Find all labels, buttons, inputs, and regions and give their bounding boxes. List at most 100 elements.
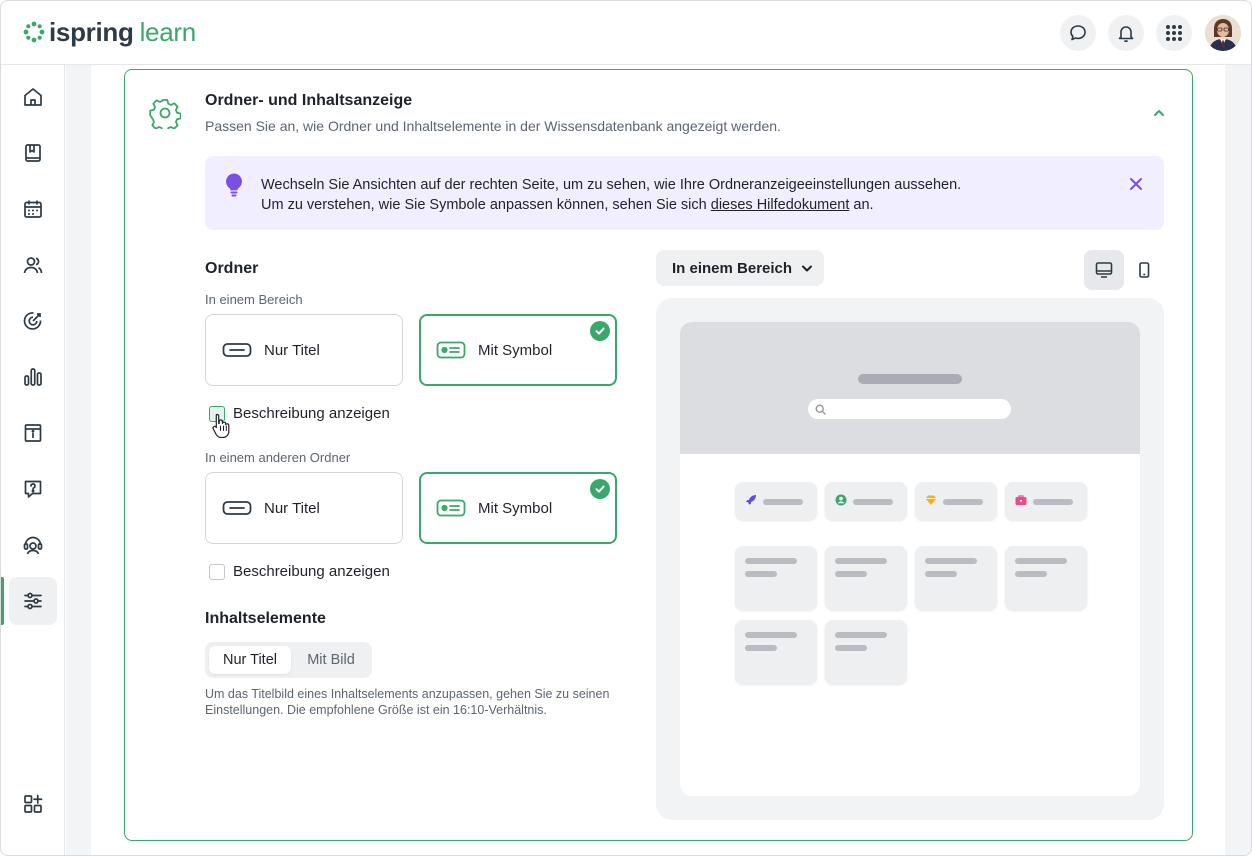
info-line-2-text: Um zu verstehen, wie Sie Symbole anpasse… [261,197,711,213]
sidebar-item-calendar[interactable] [9,185,57,233]
with-icon-card-icon [436,341,466,359]
top-bar: ispring learn [1,1,1251,65]
chevron-down-icon [802,265,813,272]
logo-primary-text: ispring [49,16,134,47]
show-description-row-2[interactable]: Beschreibung anzeigen [209,563,390,580]
skeleton-title [858,374,962,384]
chat-icon [1070,25,1086,41]
target-icon [23,312,42,330]
person-icon [835,494,847,506]
apps-grid-icon [1166,25,1182,41]
skeleton-bar [943,499,983,505]
content-items-segmented-control: Nur Titel Mit Bild [205,642,372,678]
skeleton-bar [763,499,803,505]
preview-content-tile [825,546,907,610]
preview-content-tile [825,620,907,684]
sidebar-item-settings[interactable] [1,577,57,625]
option-label: Mit Symbol [478,341,553,359]
preview-folder-pill [735,482,817,520]
mobile-view-button[interactable] [1124,250,1164,290]
search-icon [815,404,826,415]
desktop-view-button[interactable] [1084,250,1124,290]
briefcase-icon [1015,495,1027,505]
info-text: Wechseln Sie Ansichten auf der rechten S… [261,175,961,215]
folders-group1-label: In einem Bereich [205,292,303,307]
sidebar-item-users[interactable] [9,241,57,289]
settings-sliders-icon [24,592,42,610]
check-icon [590,479,610,499]
bell-icon [1118,26,1134,43]
folders-heading: Ordner [205,260,259,277]
title-only-icon [222,343,252,357]
content-items-hint: Um das Titelbild eines Inhaltselements a… [205,687,610,717]
preview-header [680,322,1140,454]
lightbulb-icon [226,173,242,197]
info-banner: Wechseln Sie Ansichten auf der rechten S… [205,156,1164,230]
rocket-icon [746,495,756,505]
show-description-checkbox-2[interactable] [209,563,225,580]
sidebar-item-library[interactable] [9,129,57,177]
section-subtitle: Passen Sie an, wie Ordner und Inhaltsele… [205,118,781,134]
view-select-value: In einem Bereich [672,259,793,277]
bar-chart-icon [24,368,42,386]
segment-title-only[interactable]: Nur Titel [209,646,291,674]
skeleton-bar [853,499,893,505]
ispring-learn-logo[interactable]: ispring learn [23,17,196,47]
option-label: Nur Titel [264,341,320,359]
layout-preview [656,298,1164,820]
apps-button[interactable] [1156,15,1192,51]
diamond-icon [925,495,937,505]
with-icon-card-icon [436,499,466,517]
folder-option-with-icon-area[interactable]: Mit Symbol [419,314,617,386]
folder-option-title-only-area[interactable]: Nur Titel [205,314,403,386]
view-select-dropdown[interactable]: In einem Bereich [656,250,824,286]
sidebar-item-support[interactable] [9,521,57,569]
folder-option-title-only-folder[interactable]: Nur Titel [205,472,403,544]
title-only-icon [222,501,252,515]
option-label: Mit Symbol [478,499,553,517]
close-icon[interactable] [1128,176,1144,192]
skeleton-search [808,399,1011,419]
info-board-icon [24,424,42,442]
avatar-image [1205,15,1241,51]
sidebar-item-reports[interactable] [9,353,57,401]
section-title: Ordner- und Inhaltsanzeige [205,92,413,109]
logo-mark-icon [23,21,45,43]
help-document-link[interactable]: dieses Hilfedokument [711,197,850,213]
sidebar-item-info[interactable] [9,409,57,457]
app-window: ispring learn Ordner- und Inhaltsanzeige… [0,0,1252,856]
content-items-heading: Inhaltselemente [205,610,326,627]
segment-with-image[interactable]: Mit Bild [293,646,369,674]
collapse-chevron-up-icon[interactable] [1151,105,1167,121]
question-chat-icon [24,480,42,498]
sidebar-item-home[interactable] [9,73,57,121]
skeleton-bar [1033,499,1073,505]
gear-icon [149,99,181,129]
support-agent-icon [23,536,43,555]
folders-group2-label: In einem anderen Ordner [205,450,351,465]
folder-option-with-icon-folder[interactable]: Mit Symbol [419,472,617,544]
preview-content-tile [735,620,817,684]
check-icon [590,321,610,341]
preview-content-tile [915,546,997,610]
sidebar-item-add-apps[interactable] [9,780,57,828]
hand-cursor-icon [212,413,230,438]
info-line-1: Wechseln Sie Ansichten auf der rechten S… [261,177,962,193]
sidebar-item-goals[interactable] [9,297,57,345]
desktop-icon [1095,262,1113,278]
info-line-2-end: an. [849,197,874,213]
sidebar [1,65,65,855]
calendar-icon [24,200,42,218]
users-icon [23,257,43,274]
notifications-button[interactable] [1108,15,1144,51]
book-icon [25,144,41,162]
sidebar-item-questions[interactable] [9,465,57,513]
show-description-row-1[interactable]: Beschreibung anzeigen [209,405,390,422]
preview-content-tile [1005,546,1087,610]
mobile-icon [1139,262,1150,278]
logo-secondary-text: learn [139,16,197,47]
user-avatar[interactable] [1205,15,1241,51]
chat-button[interactable] [1060,15,1096,51]
preview-folder-pill [1005,482,1087,520]
preview-folder-pill [825,482,907,520]
